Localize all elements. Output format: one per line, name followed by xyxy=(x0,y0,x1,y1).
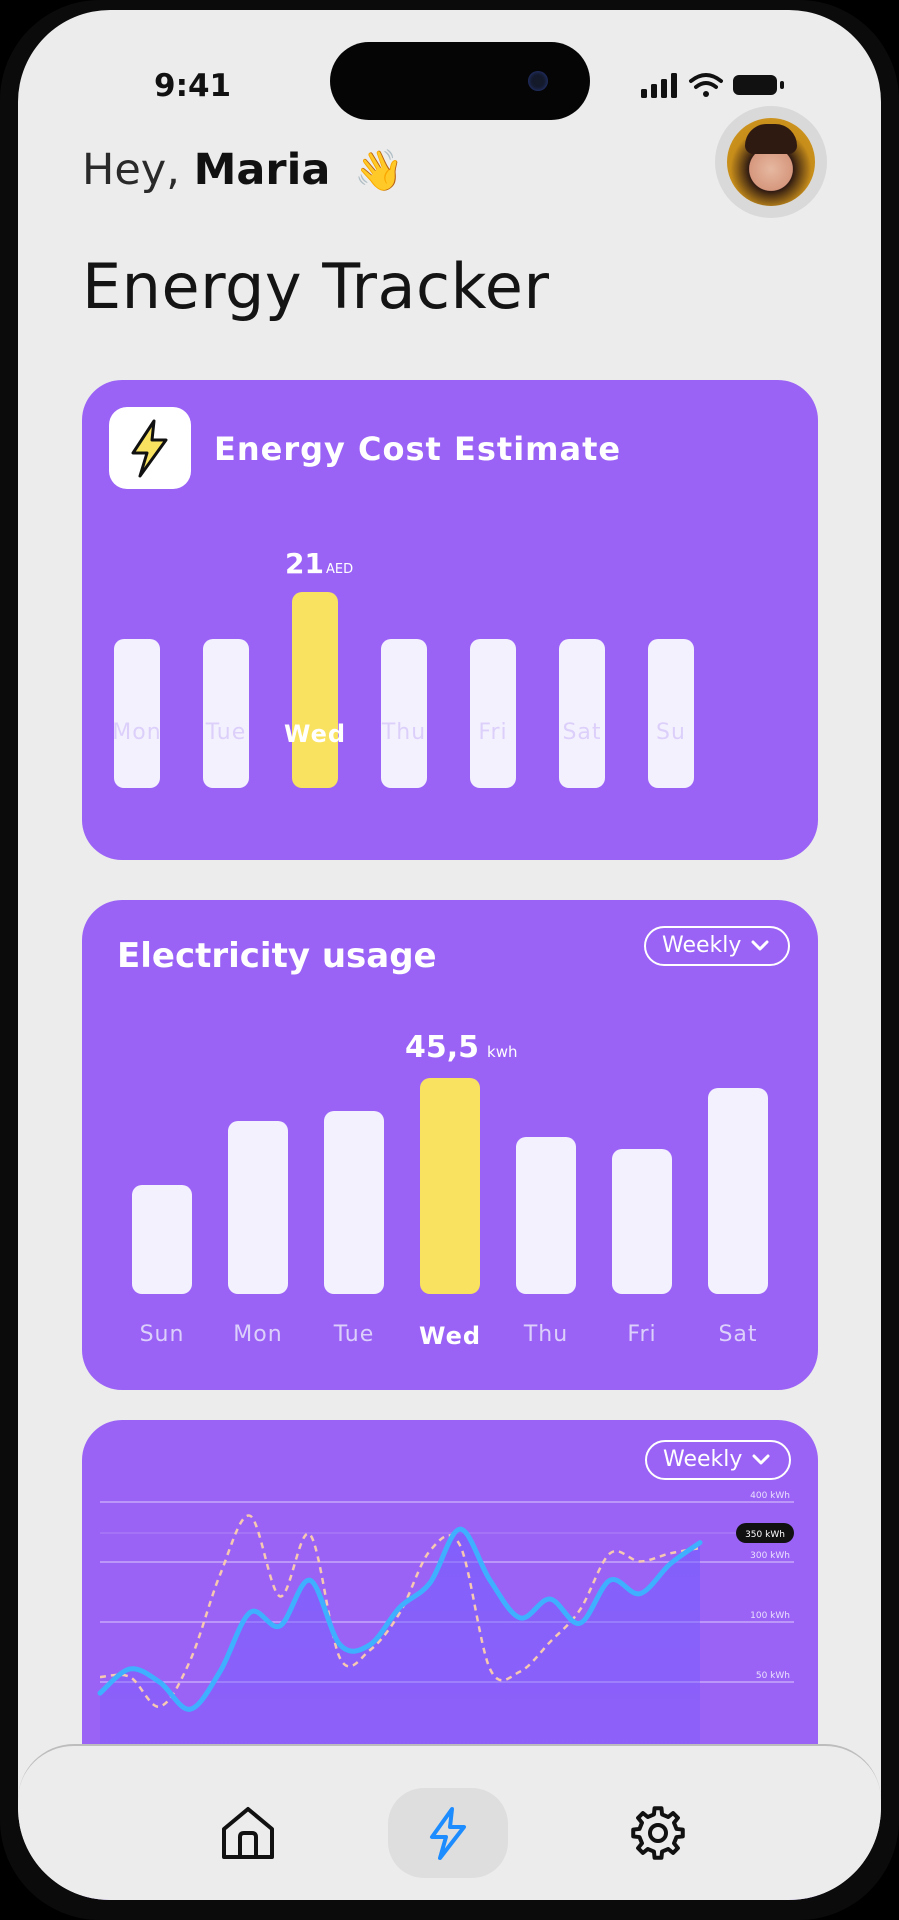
highlight-value: 45,5 xyxy=(405,1030,480,1066)
bar-sat[interactable] xyxy=(708,1087,768,1294)
bar-mon[interactable] xyxy=(114,638,160,788)
highlight-unit: AED xyxy=(325,562,354,578)
electricity-usage-card[interactable]: Electricity usage Weekly 45,5 kwh Sun Mon T… xyxy=(82,900,818,1390)
bar-sun[interactable] xyxy=(132,1184,192,1294)
nav-settings[interactable] xyxy=(598,1788,718,1878)
bar-tue[interactable] xyxy=(324,1111,384,1294)
y-tick-label: 300 kWh xyxy=(750,1551,790,1561)
bar-thu[interactable] xyxy=(516,1137,576,1294)
highlight-value-label: 21 AED xyxy=(285,547,353,580)
avatar-photo xyxy=(727,118,815,206)
bolt-icon xyxy=(430,1807,466,1860)
nav-home[interactable] xyxy=(188,1788,308,1878)
battery-icon xyxy=(733,75,784,95)
highlight-unit: kwh xyxy=(487,1043,518,1062)
bar-fri[interactable] xyxy=(612,1149,672,1294)
phone-frame: 9:41 Hey, Maria 👋 Energy Tracker Energy … xyxy=(0,0,899,1920)
y-tick-label: 350 kWh xyxy=(745,1530,785,1540)
wifi-icon xyxy=(689,73,723,97)
card-title: Electricity usage xyxy=(117,936,437,976)
day-label: Wed xyxy=(418,1322,482,1350)
avatar[interactable] xyxy=(715,106,827,218)
gear-icon xyxy=(631,1806,685,1860)
period-dropdown[interactable]: Weekly xyxy=(644,926,790,966)
greeting-prefix: Hey, xyxy=(82,145,180,195)
bar-tue[interactable] xyxy=(203,638,249,788)
page-title: Energy Tracker xyxy=(82,250,550,323)
day-label: Wed xyxy=(283,720,347,748)
chevron-down-icon xyxy=(751,940,769,951)
nav-energy[interactable] xyxy=(388,1788,508,1878)
bar-wed[interactable] xyxy=(420,1078,480,1294)
bar-mon[interactable] xyxy=(228,1120,288,1294)
y-tick-label: 50 kWh xyxy=(756,1671,790,1681)
day-label: Tue xyxy=(205,720,247,745)
day-label: Fri xyxy=(478,720,508,745)
highlight-value: 21 xyxy=(285,547,324,581)
dropdown-value: Weekly xyxy=(663,1447,743,1472)
bar-sat[interactable] xyxy=(559,638,605,788)
day-label: Su xyxy=(656,720,686,745)
day-label: Fri xyxy=(627,1322,657,1347)
greeting: Hey, Maria 👋 xyxy=(82,145,404,195)
period-dropdown[interactable]: Weekly xyxy=(645,1440,791,1480)
camera-icon xyxy=(528,71,548,91)
home-icon xyxy=(222,1807,274,1859)
waving-hand-icon: 👋 xyxy=(354,148,404,194)
day-label: Thu xyxy=(381,720,427,745)
day-label: Mon xyxy=(233,1322,283,1347)
app-screen: 9:41 Hey, Maria 👋 Energy Tracker Energy … xyxy=(18,10,881,1900)
bar-su[interactable] xyxy=(648,638,694,788)
status-time: 9:41 xyxy=(154,68,232,104)
highlight-value-label: 45,5 kwh xyxy=(405,1030,518,1065)
day-label: Sun xyxy=(139,1322,185,1347)
day-label: Thu xyxy=(523,1322,569,1347)
bar-thu[interactable] xyxy=(381,638,427,788)
day-label: Tue xyxy=(333,1322,375,1347)
dropdown-value: Weekly xyxy=(662,933,742,958)
bottom-nav xyxy=(18,1744,881,1900)
bolt-icon xyxy=(131,419,168,478)
day-label: Mon xyxy=(112,720,162,745)
signal-icon xyxy=(641,73,677,98)
dynamic-island xyxy=(330,42,590,120)
card-title: Energy Cost Estimate xyxy=(214,430,622,468)
y-tick-label: 100 kWh xyxy=(750,1611,790,1621)
energy-cost-card[interactable]: Energy Cost Estimate 21 AED Mon Tue Wed Thu F… xyxy=(82,380,818,860)
status-icons xyxy=(641,73,784,98)
y-tick-label: 400 kWh xyxy=(750,1491,790,1501)
day-label: Sat xyxy=(562,720,602,745)
bar-fri[interactable] xyxy=(470,638,516,788)
chevron-down-icon xyxy=(752,1454,770,1465)
bar-wed[interactable] xyxy=(292,592,338,788)
bolt-icon-box xyxy=(109,407,191,489)
day-label: Sat xyxy=(718,1322,758,1347)
user-name: Maria xyxy=(193,145,331,195)
